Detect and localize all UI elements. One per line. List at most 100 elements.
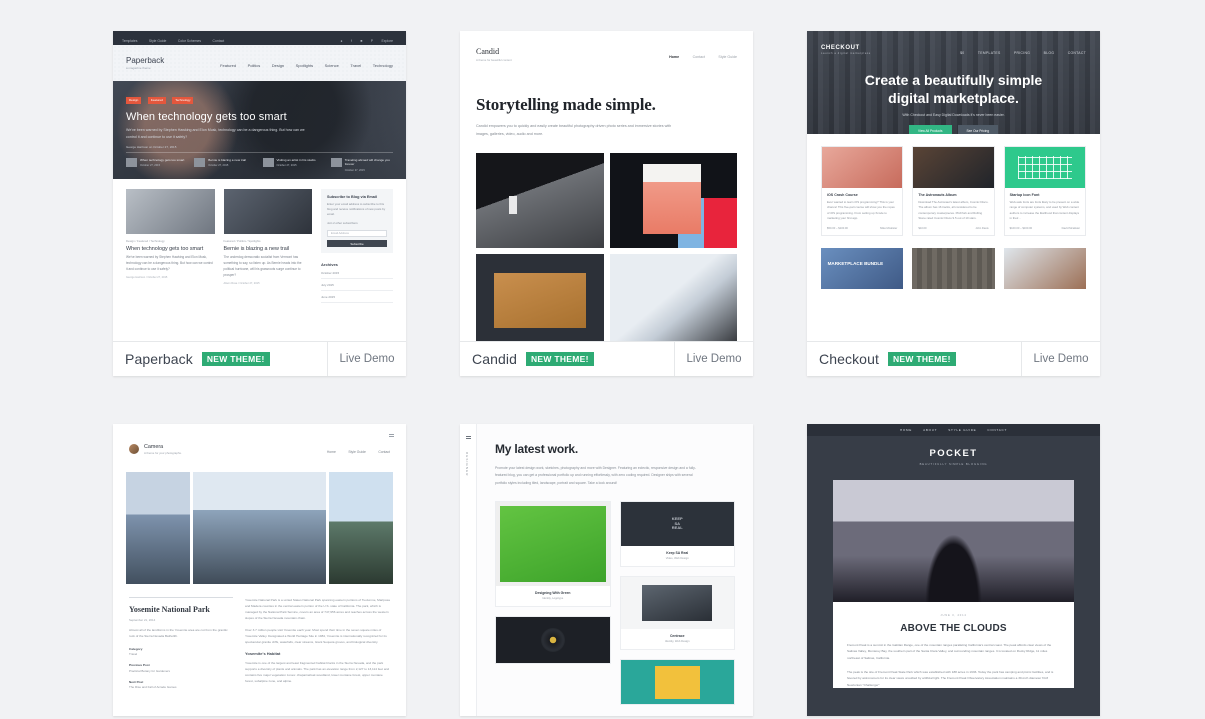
- clouds-photo[interactable]: [833, 480, 1074, 602]
- subscribe-button[interactable]: Subscribe: [327, 239, 387, 248]
- card-footer: Checkout NEW THEME! Live Demo: [807, 341, 1100, 376]
- marketplace-bundle-banner[interactable]: [821, 247, 904, 289]
- live-demo-link[interactable]: Live Demo: [1021, 342, 1100, 376]
- hero-card-date: October 27, 2015: [276, 164, 297, 168]
- product-card[interactable]: Startup Icon Font Web-safe fonts are fon…: [1003, 146, 1086, 236]
- mountain-photo[interactable]: [126, 472, 190, 584]
- theme-preview-candid[interactable]: Candid A theme for beautiful content Home…: [460, 31, 753, 341]
- post-item: Featured / Politics / Spotlights Bernie …: [223, 189, 312, 303]
- tag-design: Design: [126, 96, 142, 104]
- product-image: [1004, 147, 1085, 188]
- paperback-tagline: a magazine theme: [126, 66, 151, 70]
- pocket-nav: HOME ABOUT STYLE GUIDE CONTACT: [807, 424, 1100, 436]
- paperback-utility-bar: Templates Style Guide Color Schemes Cont…: [113, 31, 406, 45]
- keep-sa-real-image: KEEP SA REAL: [620, 501, 734, 546]
- theme-preview-pocket[interactable]: HOME ABOUT STYLE GUIDE CONTACT POCKET BE…: [807, 424, 1100, 716]
- nav-featured: Featured: [220, 63, 237, 68]
- checkout-headline-2: digital marketplace.: [888, 89, 1019, 106]
- product-card[interactable]: iOS Crash Course Ever wanted to learn iO…: [821, 146, 904, 236]
- product-card[interactable]: The Astronauts Album Download The Astron…: [912, 146, 995, 236]
- theme-preview-camera[interactable]: Camera A theme for your photographs. Home…: [113, 424, 406, 716]
- archive-item[interactable]: October 2015: [321, 267, 393, 280]
- new-theme-badge: NEW THEME!: [525, 351, 594, 367]
- post-image: [223, 189, 312, 234]
- field-value[interactable]: The Rise and Fall of Arcade Games: [129, 685, 233, 689]
- field-value: Travel: [129, 652, 138, 657]
- theme-card-pocket[interactable]: HOME ABOUT STYLE GUIDE CONTACT POCKET BE…: [807, 424, 1100, 716]
- paperback-logo: Paperback a magazine theme: [126, 56, 165, 70]
- live-demo-link[interactable]: Live Demo: [327, 342, 406, 376]
- camera-photo[interactable]: [1003, 247, 1086, 289]
- email-field[interactable]: Email Address: [327, 229, 387, 237]
- nav-contact: CONTACT: [1067, 51, 1086, 55]
- archive-item[interactable]: June 2015: [321, 291, 393, 304]
- centrace-screen-image: [620, 576, 734, 629]
- avatar: [129, 444, 139, 454]
- article-paragraph: Over 3.7 million people visit Yosemite e…: [245, 628, 387, 645]
- archives-widget: Archives October 2015 July 2015 June 201…: [321, 262, 393, 304]
- hamburger-icon[interactable]: [466, 435, 471, 439]
- portfolio-item[interactable]: Designing With Green Identity, Logotype: [495, 500, 611, 607]
- field-label: Category: [129, 646, 143, 651]
- knife-cutting-board-photo[interactable]: [476, 253, 604, 341]
- portfolio-tags: Video, Web Design: [665, 556, 689, 560]
- portfolio-item[interactable]: [619, 658, 735, 705]
- portfolio-item[interactable]: [495, 615, 611, 664]
- hero-card-date: October 27, 2015: [140, 164, 161, 168]
- paperback-nav: Featured Politics Design Spotlights Scie…: [213, 54, 393, 72]
- theme-preview-checkout[interactable]: CHECKOUT Launch a digital marketplace $0 …: [807, 31, 1100, 341]
- portfolio-item[interactable]: Centrace Identity, Web Design: [619, 575, 735, 650]
- camera-logo: Camera A theme for your photographs.: [144, 443, 182, 455]
- subscriber-count: Join 2 other subscribers: [327, 220, 358, 225]
- subscribe-text: Enter your email address to subscribe to…: [327, 202, 386, 217]
- theme-title: Checkout: [819, 351, 879, 367]
- paperback-hero-title: When technology gets too smart: [126, 111, 287, 124]
- paperback-hero: Design Featured Technology When technolo…: [113, 81, 406, 179]
- see-our-pricing-button[interactable]: See Our Pricing: [957, 125, 999, 134]
- forest-photo[interactable]: [329, 472, 393, 584]
- theme-preview-paperback[interactable]: Templates Style Guide Color Schemes Cont…: [113, 31, 406, 341]
- theme-title: Paperback: [125, 351, 193, 367]
- nav-pricing: PRICING: [1013, 51, 1031, 55]
- nav-home: Home: [669, 55, 680, 59]
- nav-style-guide: Style Guide: [348, 450, 366, 454]
- artist-painting-photo[interactable]: [609, 253, 737, 341]
- hamburger-icon[interactable]: [389, 433, 394, 437]
- product-title: iOS Crash Course: [827, 193, 858, 197]
- checkout-logo: CHECKOUT Launch a digital marketplace: [821, 45, 871, 55]
- theme-preview-designer[interactable]: DESIGNER My latest work. Promote your la…: [460, 424, 753, 716]
- nav-style-guide: STYLE GUIDE: [948, 428, 977, 432]
- thumbnail: [330, 157, 342, 167]
- hero-card-title: Visiting an artist in his studio October …: [276, 157, 316, 168]
- subscribe-title: Subscribe to Blog via Email: [327, 195, 378, 199]
- pocket-logo: POCKET: [929, 448, 978, 459]
- valley-photo[interactable]: [192, 472, 327, 584]
- instagram-icon: ■: [360, 39, 363, 43]
- dribbble-icon: ●: [340, 39, 343, 43]
- notebook-photo[interactable]: [912, 247, 995, 289]
- archive-item[interactable]: July 2015: [321, 279, 393, 292]
- camera-nav: Home Style Guide Contact: [319, 440, 390, 458]
- camera-header: Camera A theme for your photographs. Home…: [113, 424, 406, 458]
- view-all-products-button[interactable]: View All Products: [908, 125, 952, 134]
- theme-card-candid[interactable]: Candid A theme for beautiful content Home…: [460, 31, 753, 376]
- theme-card-checkout[interactable]: CHECKOUT Launch a digital marketplace $0 …: [807, 31, 1100, 376]
- turris-babel-book-photo[interactable]: [609, 152, 737, 248]
- pocket-header: POCKET BEAUTIFULLY SIMPLE BLOGGING: [807, 436, 1100, 480]
- nav-home: Home: [326, 450, 336, 454]
- portfolio-item[interactable]: KEEP SA REAL Keep SA Real Video, Web Desig…: [619, 500, 735, 567]
- theme-card-designer[interactable]: DESIGNER My latest work. Promote your la…: [460, 424, 753, 716]
- product-author: David Mcalister: [1061, 226, 1080, 230]
- product-description: Web-safe fonts are fonts likely to be pr…: [1009, 200, 1080, 221]
- paperback-util-style-guide: Style Guide: [148, 39, 167, 43]
- theme-card-camera[interactable]: Camera A theme for your photographs. Home…: [113, 424, 406, 716]
- paperback-hero-tags: Design Featured Technology: [126, 88, 316, 106]
- article-caption: Almost all of the landforms in the Yosem…: [129, 628, 228, 638]
- cart-icon: $0: [960, 51, 965, 55]
- thumbnail: [194, 157, 206, 167]
- theme-card-paperback[interactable]: Templates Style Guide Color Schemes Cont…: [113, 31, 406, 376]
- field-value[interactable]: Practical Botany for Gardeners: [129, 669, 233, 673]
- live-demo-link[interactable]: Live Demo: [674, 342, 753, 376]
- astronaut-moon-photo[interactable]: [476, 152, 604, 248]
- nav-style-guide: Style Guide: [718, 55, 737, 59]
